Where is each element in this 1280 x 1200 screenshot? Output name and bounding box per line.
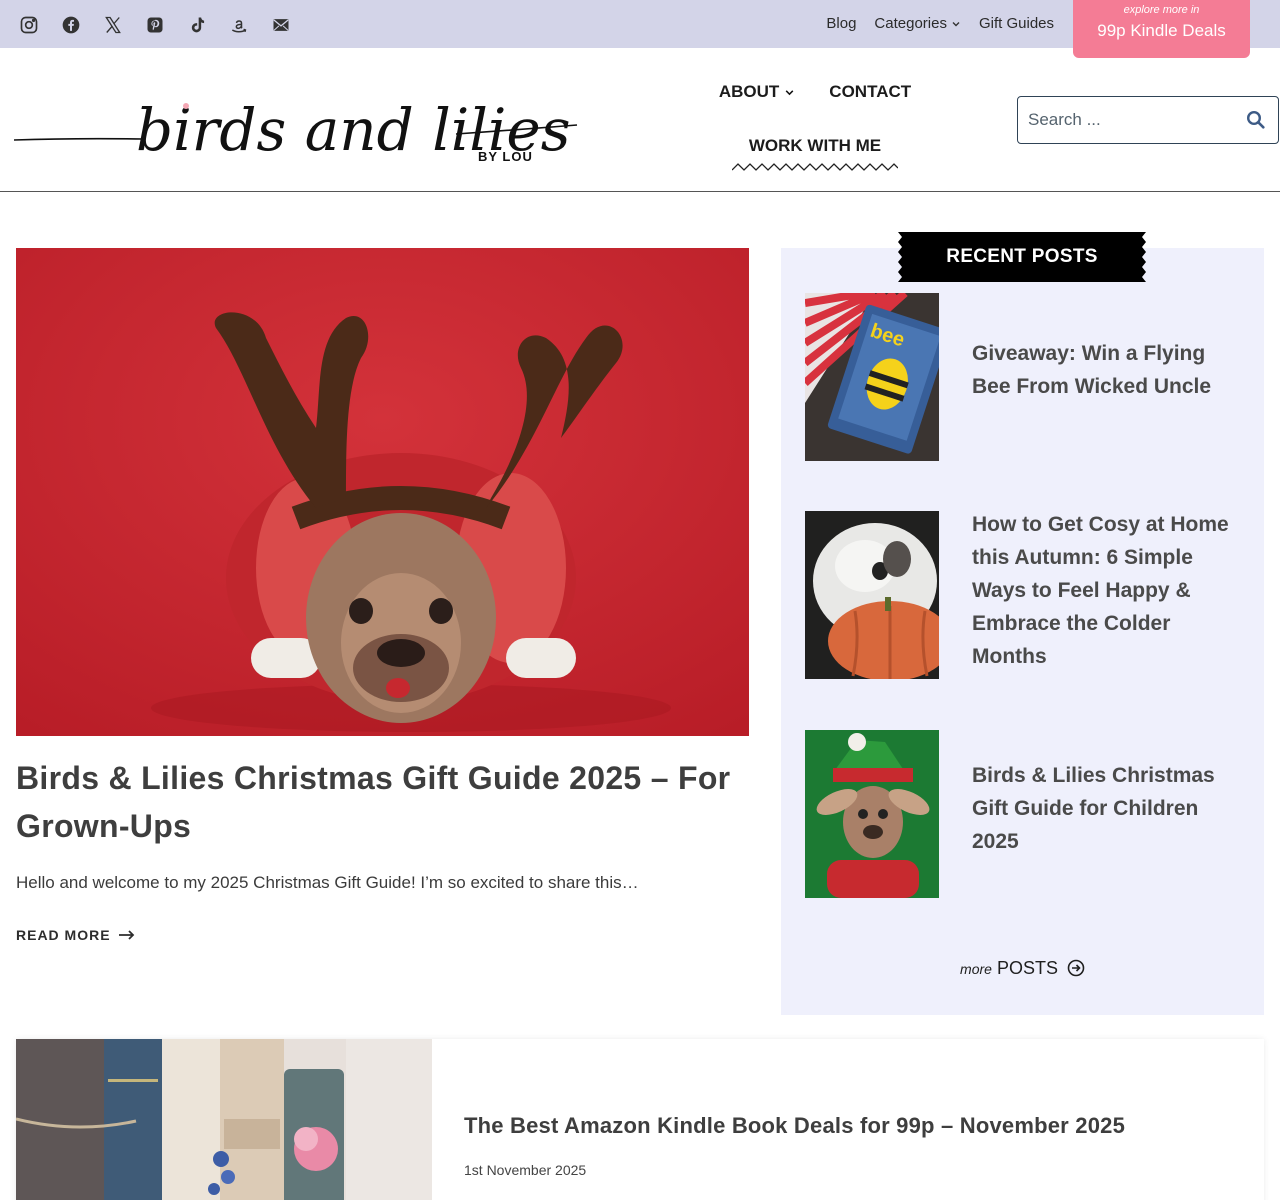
- site-header: birds and lilies BY LOU ABOUT CONTACT WO…: [0, 52, 1280, 192]
- top-link-blog-label: Blog: [826, 15, 857, 32]
- logo-by-lou: BY LOU: [478, 149, 533, 164]
- facebook-icon[interactable]: [50, 13, 92, 37]
- mail-icon[interactable]: [260, 13, 302, 37]
- search-icon[interactable]: [1246, 110, 1266, 130]
- post-card-image[interactable]: [16, 1039, 432, 1200]
- recent-post-title[interactable]: Birds & Lilies Christmas Gift Guide for …: [972, 759, 1240, 858]
- nav-contact[interactable]: CONTACT: [829, 82, 911, 102]
- chevron-down-icon: [785, 89, 794, 95]
- recent-posts-heading-label: RECENT POSTS: [946, 246, 1098, 267]
- amazon-icon[interactable]: [218, 13, 260, 37]
- recent-post-thumbnail[interactable]: bee: [805, 293, 939, 461]
- topbar-scallop-edge: [0, 44, 1280, 52]
- featured-post-image[interactable]: [16, 248, 749, 736]
- top-links: Blog Categories Gift Guides: [826, 15, 1054, 32]
- tiktok-icon[interactable]: [176, 13, 218, 37]
- top-bar: Blog Categories Gift Guides explore more…: [0, 0, 1280, 58]
- recent-post-title[interactable]: Giveaway: Win a Flying Bee From Wicked U…: [972, 337, 1240, 403]
- main-nav: ABOUT CONTACT WORK WITH ME: [700, 82, 930, 172]
- recent-post-title[interactable]: How to Get Cosy at Home this Autumn: 6 S…: [972, 508, 1240, 673]
- top-link-gift-guides-label: Gift Guides: [978, 15, 1054, 32]
- top-link-blog[interactable]: Blog: [826, 15, 856, 32]
- featured-post-title[interactable]: Birds & Lilies Christmas Gift Guide 2025…: [16, 754, 749, 850]
- nav-about-label: ABOUT: [718, 82, 780, 101]
- more-posts-link[interactable]: more POSTS: [781, 956, 1264, 979]
- circle-arrow-right-icon: [1067, 959, 1085, 977]
- recent-posts-heading: RECENT POSTS: [898, 232, 1146, 282]
- featured-post-excerpt: Hello and welcome to my 2025 Christmas G…: [16, 873, 639, 892]
- post-card-date: 1st November 2025: [464, 1162, 587, 1178]
- arrow-right-icon: [118, 930, 134, 940]
- more-posts-prefix: more: [960, 961, 992, 977]
- more-posts-label: POSTS: [996, 958, 1058, 978]
- recent-post-thumbnail[interactable]: [805, 730, 939, 898]
- promo-kicker: explore more in: [1123, 4, 1200, 16]
- post-card-title[interactable]: The Best Amazon Kindle Book Deals for 99…: [464, 1113, 1125, 1139]
- logo-wordmark: birds and lilies BY LOU: [13, 96, 578, 164]
- nav-work-with-me[interactable]: WORK WITH ME: [700, 136, 930, 172]
- nav-active-underline: [732, 163, 898, 171]
- nav-about[interactable]: ABOUT: [719, 82, 795, 102]
- pinterest-icon[interactable]: [134, 13, 176, 37]
- x-icon[interactable]: [92, 13, 134, 37]
- top-link-gift-guides[interactable]: Gift Guides: [979, 15, 1054, 32]
- recent-post-thumbnail[interactable]: [805, 511, 939, 679]
- site-logo[interactable]: birds and lilies BY LOU: [13, 70, 580, 170]
- search-input[interactable]: [1018, 97, 1228, 143]
- top-link-categories[interactable]: Categories: [874, 15, 961, 32]
- read-more-link[interactable]: READ MORE: [16, 927, 135, 943]
- promo-label: 99p Kindle Deals: [1097, 21, 1226, 40]
- social-links: [8, 13, 302, 37]
- read-more-label: READ MORE: [16, 927, 111, 943]
- chevron-down-icon: [952, 21, 960, 26]
- nav-work-with-me-label: WORK WITH ME: [748, 136, 882, 155]
- sidebar-recent-posts: RECENT POSTS bee Giveaway: Win a Flying …: [781, 232, 1264, 1015]
- top-link-categories-label: Categories: [874, 15, 947, 32]
- search-form: [1017, 96, 1279, 144]
- post-card[interactable]: The Best Amazon Kindle Book Deals for 99…: [16, 1039, 1264, 1200]
- instagram-icon[interactable]: [8, 13, 50, 37]
